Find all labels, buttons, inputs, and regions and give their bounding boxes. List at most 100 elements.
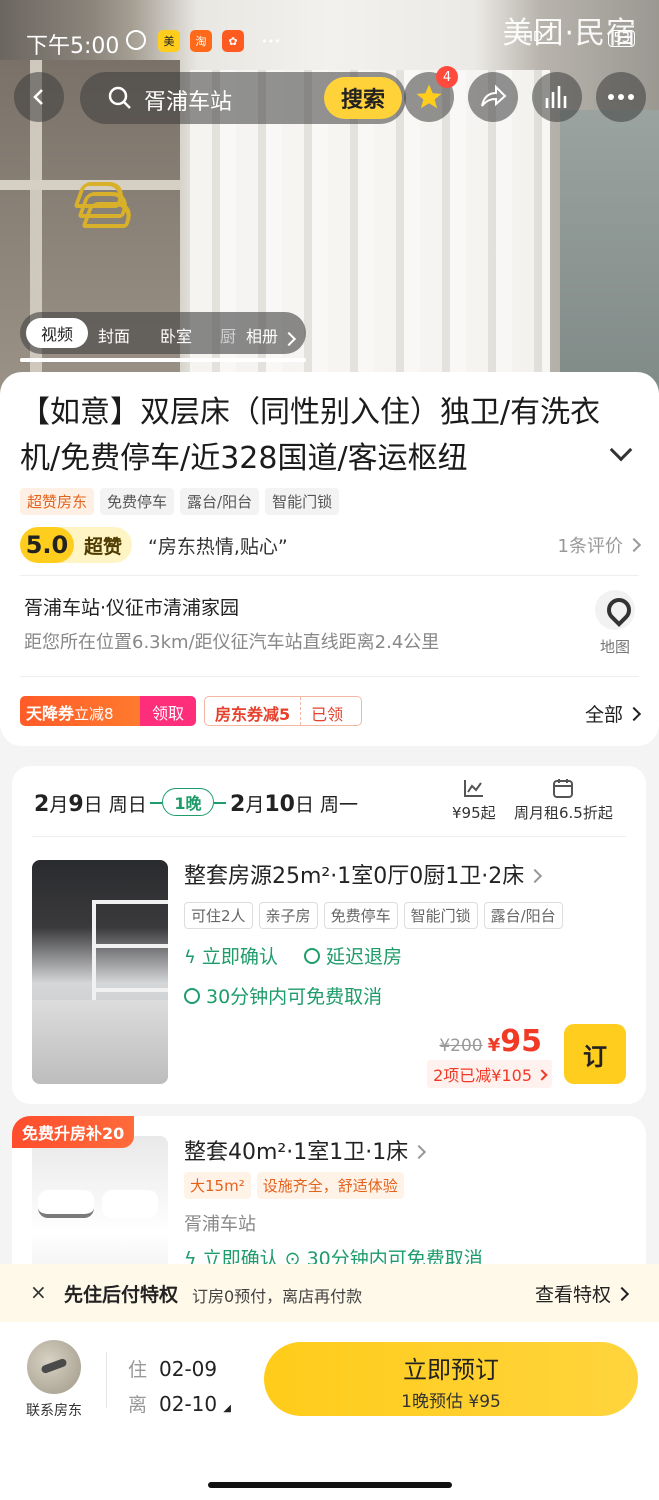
calendar-icon (553, 779, 574, 798)
view-privilege-link[interactable]: 查看特权 (535, 1280, 630, 1307)
room2-tag: 设施齐全，舒适体验 (256, 1172, 404, 1199)
coupon-tianjiang[interactable]: 天降券立减8 领取 (20, 696, 196, 726)
tag-superhost: 超赞房东 (20, 488, 95, 515)
room-tag: 露台/阳台 (483, 902, 563, 929)
search-button[interactable]: 搜索 (324, 77, 402, 119)
price-trend-button[interactable] (532, 72, 582, 122)
rating-row[interactable]: 5.0 超赞 “房东热情,贴心” 1条评价 (20, 527, 642, 563)
status-time: 下午5:00 (26, 34, 120, 59)
coupon-host[interactable]: 房东券减5 已领 (204, 696, 362, 726)
search-bar[interactable]: 胥浦车站 搜索 (80, 72, 406, 124)
chevron-right-icon (626, 706, 642, 722)
room-tag: 可住2人 (184, 902, 253, 929)
review-count-link[interactable]: 1条评价 (557, 532, 642, 558)
hanger-graphic (73, 172, 137, 232)
upgrade-badge: 免费升房补20 (12, 1116, 135, 1148)
chevron-right-icon (412, 1144, 427, 1160)
listing-info-card: 【如意】双层床（同性别入住）独卫/有洗衣机/免费停车/近328国道/客运枢纽 超… (0, 372, 659, 746)
monthly-rent-button[interactable]: 周月租6.5折起 (514, 778, 613, 823)
price-calendar-label: ¥95起 (452, 804, 496, 822)
more-button[interactable] (596, 72, 646, 122)
book-now-label: 立即预订 (403, 1356, 499, 1384)
divider (20, 676, 639, 677)
rating-score-badge: 5.0 超赞 (20, 527, 132, 563)
search-input[interactable]: 胥浦车站 (144, 84, 232, 116)
close-notice-button[interactable]: × (30, 1280, 47, 1304)
checkout-date[interactable]: 2月10日 周一 (230, 790, 358, 817)
favorites-badge: 4 (436, 66, 458, 88)
tab-cover[interactable]: 封面 (98, 323, 130, 347)
room2-location: 胥浦车站 (184, 1214, 256, 1235)
meituan-app-icon: 美 (158, 30, 180, 52)
coupon-desc: 立减8 (74, 705, 114, 723)
stay-dates[interactable]: 住 02-09 离 02-10 ◢ (128, 1352, 231, 1426)
more-dots-icon (608, 94, 634, 100)
current-price: ¥95 (488, 1024, 542, 1059)
price-value: 95 (500, 1024, 542, 1059)
room2-title-text: 整套40m²·1室1卫·1床 (184, 1140, 409, 1165)
tab-bedroom[interactable]: 卧室 (160, 323, 192, 347)
room-price: ¥200 ¥95 (439, 1024, 542, 1059)
contact-host-label: 联系房东 (26, 1403, 82, 1419)
lightning-icon: ϟ (184, 947, 196, 968)
room-title[interactable]: 整套房源25m²·1室0厅0厨1卫·2床 (184, 858, 543, 890)
listing-photo[interactable]: 美团·民宿 下午5:00 美 淘 ✿ ••• HD 53 胥浦车站 搜索 4 视… (0, 0, 659, 400)
back-button[interactable] (14, 72, 64, 122)
chevron-right-icon (281, 331, 297, 347)
notice-desc: 订房0预付，离店再付款 (192, 1287, 363, 1306)
checkin-date[interactable]: 2月9日 周日 (34, 790, 147, 817)
contact-host-button[interactable]: 联系房东 (22, 1340, 86, 1420)
room-tag: 亲子房 (258, 902, 318, 929)
map-button[interactable]: 地图 (593, 590, 637, 657)
tab-kitchen[interactable]: 厨 (220, 323, 236, 347)
favorite-button[interactable]: 4 (404, 66, 458, 122)
discount-info[interactable]: 2项已减¥105 (427, 1060, 552, 1088)
media-tabs: 视频 封面 卧室 厨 相册 (20, 312, 306, 354)
share-icon (481, 84, 507, 107)
share-button[interactable] (468, 72, 518, 122)
rating-score: 5.0 (20, 527, 74, 563)
late-checkout: 延迟退房 (304, 942, 402, 969)
bottom-bar: 联系房东 住 02-09 离 02-10 ◢ 立即预订 1晚预估 ¥95 (0, 1322, 659, 1500)
tag-free-parking: 免费停车 (100, 488, 175, 515)
map-label: 地图 (599, 638, 630, 656)
room-photo[interactable] (32, 860, 168, 1084)
home-indicator[interactable] (208, 1482, 452, 1488)
coupon-name: 天降券 (26, 704, 75, 723)
order-button[interactable]: 订 (564, 1024, 626, 1084)
room2-tags: 大15m² 设施齐全，舒适体验 (184, 1172, 404, 1199)
room-title-text: 整套房源25m²·1室0厅0厨1卫·2床 (184, 864, 525, 889)
booking-card: 2月9日 周日 1晚 2月10日 周一 ¥95起 周月租6.5折起 整套房源25… (12, 766, 646, 1104)
tab-video[interactable]: 视频 (26, 318, 88, 348)
checkin-month: 2 (34, 792, 50, 817)
all-coupons-label: 全部 (584, 704, 623, 726)
xhs-app-icon: ✿ (222, 30, 244, 52)
claim-coupon-button[interactable]: 领取 (140, 696, 196, 726)
checkout-day: 10 (264, 792, 295, 817)
checkin-day: 9 (68, 792, 84, 817)
media-progress (20, 358, 306, 362)
checkout-month: 2 (230, 792, 246, 817)
price-calendar-button[interactable]: ¥95起 (452, 778, 496, 823)
listing-distance: 距您所在位置6.3km/距仪征汽车站直线距离2.4公里 (24, 632, 440, 653)
dropdown-triangle-icon: ◢ (223, 1403, 231, 1414)
book-now-button[interactable]: 立即预订 1晚预估 ¥95 (264, 1342, 638, 1416)
coupon-row: 天降券立减8 领取 房东券减5 已领 全部 (20, 696, 642, 728)
room2-title[interactable]: 整套40m²·1室1卫·1床 (184, 1134, 427, 1166)
checkout-date-value: 02-10 (159, 1392, 218, 1416)
photo-door (560, 110, 659, 400)
room-tag: 免费停车 (323, 902, 398, 929)
more-notifications-icon: ••• (261, 34, 281, 48)
chevron-right-icon (528, 868, 543, 884)
all-coupons-link[interactable]: 全部 (584, 700, 642, 727)
listing-address: 胥浦车站·仪征市清浦家园 (24, 597, 240, 619)
review-count: 1条评价 (557, 536, 623, 557)
top-nav: 胥浦车站 搜索 4 (14, 66, 647, 126)
rating-level: 超赞 (84, 536, 123, 558)
monthly-rent-label: 周月租6.5折起 (514, 804, 613, 822)
album-link[interactable]: 相册 (246, 323, 297, 347)
divider (32, 836, 626, 837)
checkout-label: 离 (128, 1394, 148, 1416)
price-trend-icon (463, 780, 483, 797)
signal-icon: HD (523, 30, 543, 45)
